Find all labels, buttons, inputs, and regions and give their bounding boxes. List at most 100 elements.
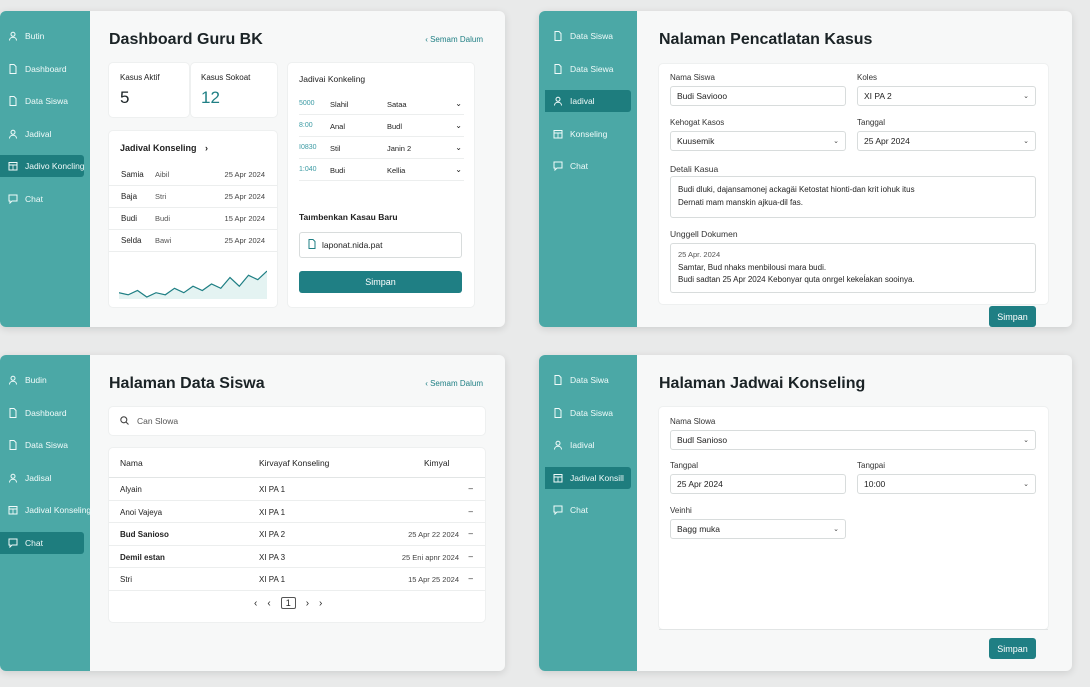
search-bar[interactable]: Can Slowa xyxy=(109,407,485,435)
session-student: Budi xyxy=(330,166,346,175)
sidebar-item[interactable]: Chat xyxy=(545,499,631,521)
session-status: Budl xyxy=(387,122,403,131)
column-header-counseling[interactable]: Kirvayaf Konseling xyxy=(259,458,329,468)
session-time: 8:00 xyxy=(299,122,313,129)
student-name-select[interactable]: Budl Sanioso ⌄ xyxy=(670,430,1036,450)
method-select[interactable]: Bagg muka ⌄ xyxy=(670,519,846,539)
date-input[interactable]: 25 Apr 2024 xyxy=(670,474,846,494)
next-page-button[interactable]: › xyxy=(306,598,309,609)
class-select[interactable]: XI PA 2 ⌄ xyxy=(857,86,1036,106)
save-button[interactable]: Simpan xyxy=(989,638,1036,659)
sidebar-item-label: Chat xyxy=(570,505,588,515)
table-row[interactable]: Bud Sanioso XI PA 2 25 Apr 22 2024 – xyxy=(109,523,485,546)
current-page-button[interactable]: 1 xyxy=(280,597,296,609)
search-input[interactable]: Can Slowa xyxy=(137,416,178,426)
sidebar-item[interactable]: Data Siswa xyxy=(0,434,84,456)
today-schedule-row[interactable]: 5000 Slahil Sataa ⌄ xyxy=(299,93,464,115)
today-schedule-row[interactable]: 1:040 Budi Kellia ⌄ xyxy=(299,159,464,181)
sidebar-item[interactable]: Chat xyxy=(0,531,84,554)
sidebar-item[interactable]: Chat xyxy=(545,155,631,177)
sidebar-item[interactable]: Data Siswa xyxy=(545,402,631,424)
sparkline-chart xyxy=(119,270,267,299)
student-name-input[interactable]: Budi Saviooo xyxy=(670,86,846,106)
session-student: Slahil xyxy=(330,100,349,109)
session-time: 1:040 xyxy=(299,166,317,173)
sidebar-item[interactable]: Data Siewa xyxy=(545,58,631,80)
table-row[interactable]: Demil estan XI PA 3 25 Eni apnr 2024 – xyxy=(109,546,485,568)
sidebar-item-label: Jadival Konsill xyxy=(570,472,624,483)
prev-page-button[interactable]: ‹ xyxy=(267,598,270,609)
user-icon xyxy=(8,31,18,41)
save-button[interactable]: Simpan xyxy=(989,306,1036,327)
schedule-name: Selda xyxy=(121,236,142,245)
chat-icon xyxy=(8,194,18,204)
sidebar-item[interactable]: Iadival xyxy=(545,434,631,456)
row-action-button[interactable]: – xyxy=(469,552,473,561)
column-header-action[interactable]: Kimyal xyxy=(424,458,450,468)
first-page-button[interactable]: ‹ xyxy=(254,598,257,609)
schedule-date: 25 Apr 2024 xyxy=(224,170,265,179)
today-schedule-row[interactable]: 8:00 Anal Budl ⌄ xyxy=(299,115,464,137)
sidebar-item[interactable]: Chat xyxy=(0,188,84,210)
save-button[interactable]: Simpan xyxy=(299,271,462,293)
schedule-date: 15 Apr 2024 xyxy=(224,214,265,223)
sidebar-item[interactable]: Butin xyxy=(0,25,84,47)
counseling-schedule-content: Halaman Jadwai Konseling Nama Slowa Budl… xyxy=(637,355,1072,671)
date-select[interactable]: 25 Apr 2024 ⌄ xyxy=(857,131,1036,151)
sidebar-item[interactable]: Jadival xyxy=(0,123,84,145)
file-name: laponat.nida.pat xyxy=(322,240,383,250)
table-row[interactable]: Stri XI PA 1 15 Apr 25 2024 – xyxy=(109,568,485,591)
sidebar-item[interactable]: Konseling xyxy=(545,123,631,145)
page-title: Nalaman Pencatlatan Kasus xyxy=(659,31,873,48)
row-action-button[interactable]: – xyxy=(469,507,473,516)
schedule-row[interactable]: Baja Stri 25 Apr 2024 xyxy=(109,186,277,208)
date-value: 25 Apr 2024 xyxy=(864,136,910,146)
back-link[interactable]: ‹ Semam Dalum xyxy=(425,35,483,44)
sidebar-item-label: Data Siwa xyxy=(570,375,609,385)
session-time: I0830 xyxy=(299,144,317,151)
category-select[interactable]: Kuusemik ⌄ xyxy=(670,131,846,151)
back-link[interactable]: ‹ Semam Dalum xyxy=(425,379,483,388)
sidebar-item[interactable]: Budin xyxy=(0,369,84,391)
sidebar-item[interactable]: Jadisal xyxy=(0,467,84,489)
upload-area[interactable]: 25 Apr. 2024 Samtar, Bud nhaks menbilous… xyxy=(670,243,1036,293)
sidebar-item[interactable]: Data Siwa xyxy=(545,369,631,391)
row-action-button[interactable]: – xyxy=(469,484,473,493)
row-action-button[interactable]: – xyxy=(469,574,473,583)
last-page-button[interactable]: › xyxy=(319,598,322,609)
calendar-icon xyxy=(8,505,18,515)
sidebar-item[interactable]: Data Siswa xyxy=(545,25,631,47)
sidebar-item[interactable]: Jadival Konseling xyxy=(0,499,91,521)
upload-label: Unggell Dokumen xyxy=(670,229,738,239)
today-schedule-row[interactable]: I0830 Stil Janin 2 ⌄ xyxy=(299,137,464,159)
stat-label: Kasus Sokoat xyxy=(201,73,251,82)
sidebar-item[interactable]: Dashboard xyxy=(0,58,84,80)
schedule-row[interactable]: Selda Bawi 25 Apr 2024 xyxy=(109,230,277,252)
sidebar-item-label: Jadivo Koncling xyxy=(25,161,85,171)
file-attachment[interactable]: laponat.nida.pat xyxy=(299,232,462,258)
time-select[interactable]: 10:00 ⌄ xyxy=(857,474,1036,494)
chat-icon xyxy=(553,161,563,171)
sidebar-item[interactable]: Dashboard xyxy=(0,402,84,424)
session-status: Sataa xyxy=(387,100,407,109)
sidebar-item[interactable]: Iadival xyxy=(545,90,631,112)
schedule-row[interactable]: Budi Budi 15 Apr 2024 xyxy=(109,208,277,230)
chevron-down-icon: ⌄ xyxy=(455,165,462,174)
schedule-date: 25 Apr 2024 xyxy=(224,236,265,245)
session-status: Kellia xyxy=(387,166,406,175)
document-icon xyxy=(553,407,563,418)
schedule-title[interactable]: Jadival Konseling › xyxy=(120,143,208,153)
sidebar-item[interactable]: Jadival Konsill xyxy=(545,466,631,489)
sidebar-item[interactable]: Data Siswa xyxy=(0,90,84,112)
class-value: XI PA 2 xyxy=(864,91,892,101)
table-row[interactable]: Anoi Vajeya XI PA 1 – xyxy=(109,501,485,523)
row-action-button[interactable]: – xyxy=(469,529,473,538)
column-header-name[interactable]: Nama xyxy=(120,458,143,468)
chevron-down-icon: ⌄ xyxy=(833,526,839,533)
student-name: Bud Sanioso xyxy=(120,530,169,539)
table-row[interactable]: Alyain XI PA 1 – xyxy=(109,478,485,501)
detail-textarea[interactable]: Budi dluki, dajansamonej ackagäi Ketosta… xyxy=(670,176,1036,218)
sidebar-item-label: Iadival xyxy=(570,96,595,106)
sidebar-item[interactable]: Jadivo Koncling xyxy=(0,155,85,177)
schedule-row[interactable]: Samia Aibil 25 Apr 2024 xyxy=(109,164,277,186)
